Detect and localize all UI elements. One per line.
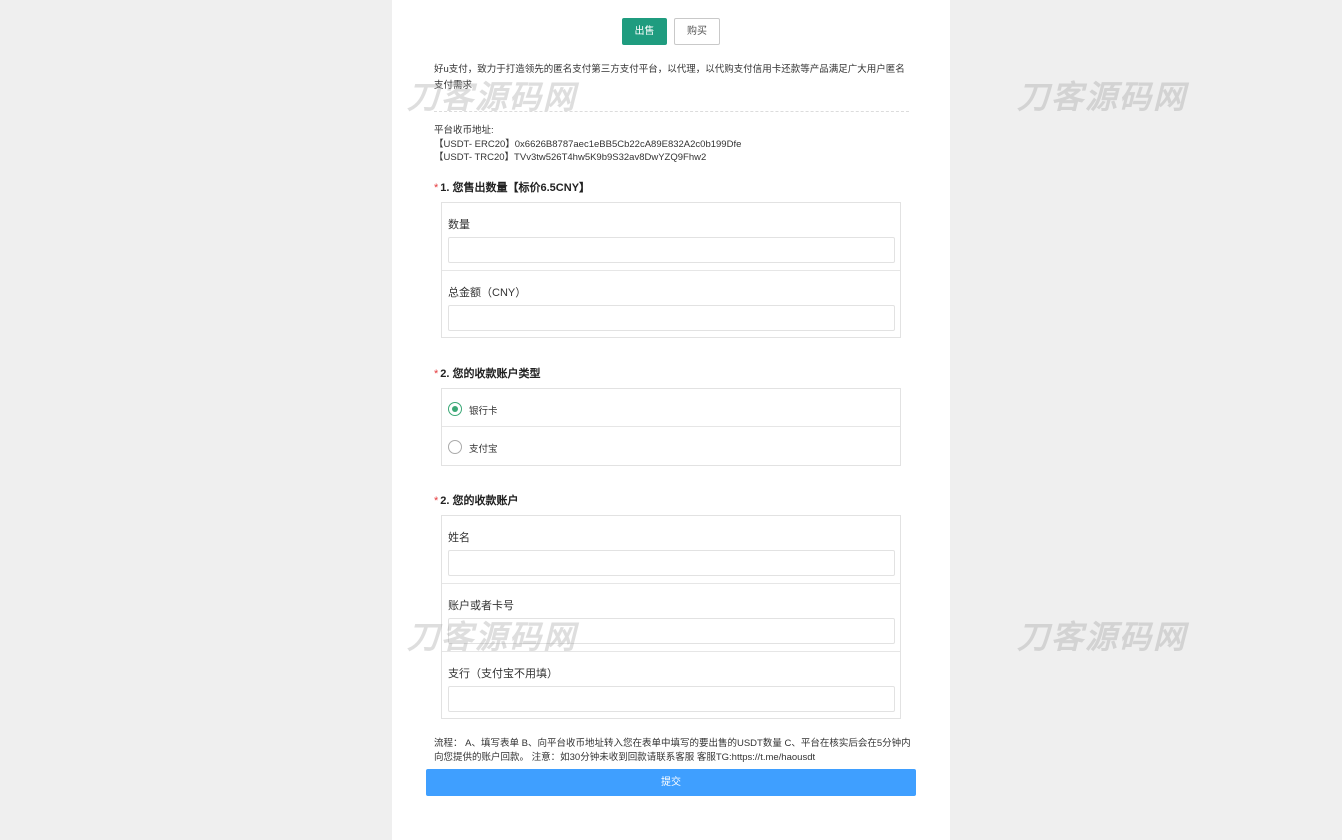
tab-buy[interactable]: 购买 <box>674 18 720 45</box>
submit-button[interactable]: 提交 <box>426 769 916 796</box>
question-2-title: * 2. 您的收款账户类型 <box>434 365 541 381</box>
quantity-section: 数量 总金额（CNY） <box>441 202 901 338</box>
quantity-input[interactable] <box>448 237 895 263</box>
name-field: 姓名 <box>442 516 900 584</box>
address-trc20: 【USDT- TRC20】TVv3tw526T4hw5K9b9S32av8DwY… <box>434 152 707 163</box>
total-amount-field: 总金额（CNY） <box>442 271 900 339</box>
process-note: 流程： A、填写表单 B、向平台收币地址转入您在表单中填写的要出售的USDT数量… <box>434 738 911 763</box>
account-type-section: 银行卡 支付宝 <box>441 388 901 466</box>
branch-input[interactable] <box>448 686 895 712</box>
question-2-label: 2. 您的收款账户类型 <box>440 368 541 380</box>
account-number-input[interactable] <box>448 618 895 644</box>
name-input[interactable] <box>448 550 895 576</box>
required-mark: * <box>434 495 439 507</box>
radio-option-alipay[interactable]: 支付宝 <box>442 427 900 465</box>
radio-checked-icon[interactable] <box>448 402 462 416</box>
question-1-title: * 1. 您售出数量【标价6.5CNY】 <box>434 179 590 195</box>
radio-label-bank: 银行卡 <box>469 406 498 417</box>
radio-label-alipay: 支付宝 <box>469 444 498 455</box>
question-3-label: 2. 您的收款账户 <box>440 495 519 507</box>
required-mark: * <box>434 182 439 194</box>
total-amount-label: 总金额（CNY） <box>448 287 527 299</box>
branch-field: 支行（支付宝不用填） <box>442 652 900 720</box>
quantity-label: 数量 <box>448 219 470 231</box>
account-section: 姓名 账户或者卡号 支行（支付宝不用填） <box>441 515 901 719</box>
account-number-label: 账户或者卡号 <box>448 600 514 612</box>
watermark: 刀客源码网 <box>1017 618 1188 656</box>
question-1-label: 1. 您售出数量【标价6.5CNY】 <box>440 182 591 194</box>
radio-option-bank[interactable]: 银行卡 <box>442 389 900 427</box>
quantity-field: 数量 <box>442 203 900 271</box>
account-number-field: 账户或者卡号 <box>442 584 900 652</box>
intro-text: 好u支付，致力于打造领先的匿名支付第三方支付平台，以代理，以代购支付信用卡还款等… <box>434 64 905 91</box>
total-amount-input[interactable] <box>448 305 895 331</box>
address-erc20: 【USDT- ERC20】0x6626B8787aec1eBB5Cb22cA89… <box>434 138 742 150</box>
platform-address-label: 平台收币地址: <box>434 125 494 136</box>
name-label: 姓名 <box>448 532 470 544</box>
form-panel: 出售 购买 好u支付，致力于打造领先的匿名支付第三方支付平台，以代理，以代购支付… <box>392 0 950 840</box>
platform-address-block: 平台收币地址: 【USDT- ERC20】0x6626B8787aec1eBB5… <box>434 124 912 165</box>
question-3-title: * 2. 您的收款账户 <box>434 492 519 508</box>
watermark: 刀客源码网 <box>1017 78 1188 116</box>
mode-tabs: 出售 购买 <box>392 18 950 45</box>
radio-unchecked-icon[interactable] <box>448 440 462 454</box>
required-mark: * <box>434 368 439 380</box>
branch-label: 支行（支付宝不用填） <box>448 668 558 680</box>
dashed-divider <box>434 111 909 112</box>
tab-sell[interactable]: 出售 <box>622 18 667 45</box>
